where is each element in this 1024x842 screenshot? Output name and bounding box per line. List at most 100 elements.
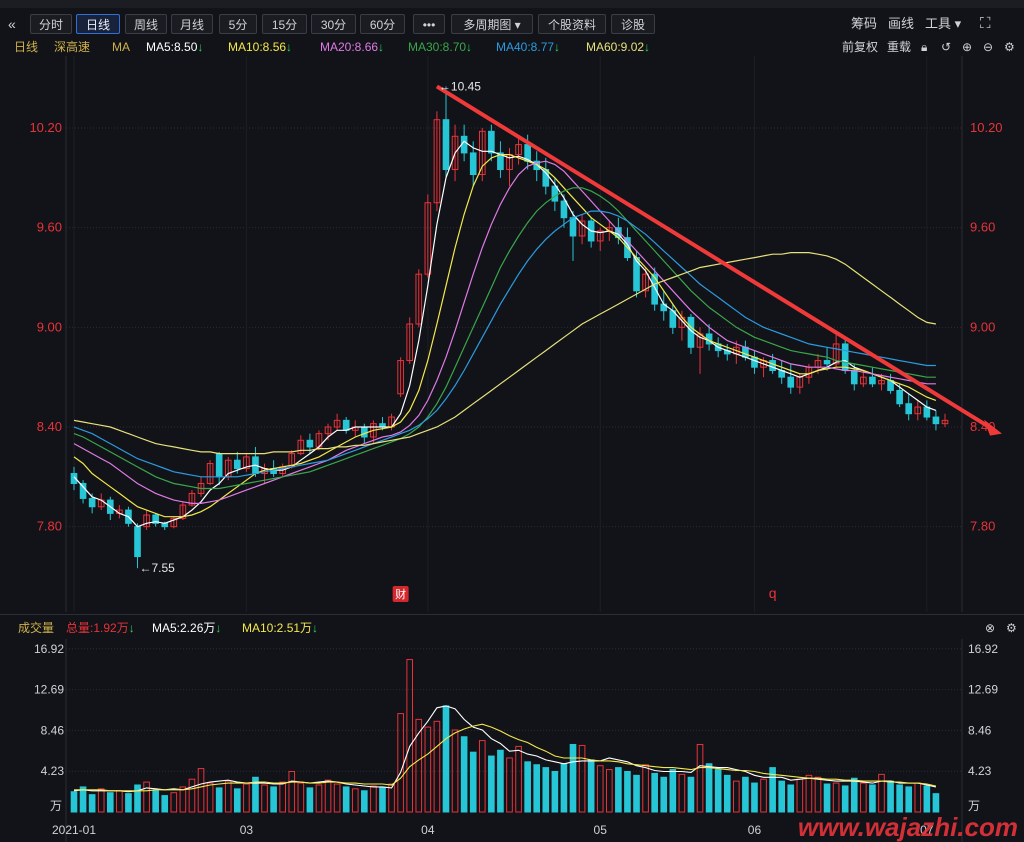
volume-tick-right: 16.92: [968, 642, 998, 656]
candle-body: [469, 152, 477, 176]
volume-bar: [161, 795, 169, 813]
volume-bar: [723, 774, 731, 813]
price-tick-left: 10.20: [29, 120, 62, 135]
candle-body: [823, 360, 831, 365]
volume-bar: [342, 786, 350, 813]
volume-bar: [478, 740, 486, 813]
candle-body: [869, 376, 876, 385]
period-button-rixian[interactable]: 日线: [76, 14, 120, 34]
volume-bar: [660, 776, 668, 813]
volume-bar: [243, 783, 250, 813]
volume-bar: [170, 792, 178, 813]
volume-bar: [832, 782, 840, 813]
period-button-yuexian[interactable]: 月线: [171, 14, 213, 34]
candle-body: [361, 426, 368, 438]
volume-bar: [742, 776, 749, 813]
volume-bar: [106, 792, 114, 813]
candle-body: [134, 526, 141, 558]
candle-body: [442, 119, 450, 171]
volume-bar: [88, 794, 96, 813]
volume-bar: [887, 780, 894, 813]
price-tick-left: 9.60: [37, 220, 62, 235]
volume-bar: [125, 793, 132, 813]
period-button-zhouxian[interactable]: 周线: [125, 14, 167, 34]
date-label: 03: [240, 823, 254, 837]
candle-body: [923, 406, 931, 418]
fuquan-button[interactable]: 前复权: [842, 38, 878, 56]
period-button-more[interactable]: •••: [413, 14, 445, 34]
volume-bar: [542, 767, 550, 813]
volume-bar: [460, 736, 468, 813]
period-button-60fen[interactable]: 60分: [360, 14, 405, 34]
period-label: 日线: [14, 40, 39, 54]
price-tick-left: 9.00: [37, 319, 62, 334]
zoom-out-icon[interactable]: ⊖: [983, 38, 993, 56]
volume-bar: [315, 784, 323, 813]
candle-body: [569, 217, 577, 237]
price-tick-right: 10.20: [970, 120, 1003, 135]
candle-body: [233, 459, 241, 470]
undo-icon[interactable]: ↺: [941, 38, 951, 56]
fullscreen-icon[interactable]: ⛶: [980, 14, 991, 34]
period-button-30fen[interactable]: 30分: [311, 14, 356, 34]
volume-ma10-line: [74, 723, 937, 792]
volume-bar: [515, 745, 522, 813]
ma-line-ma5: [73, 140, 937, 528]
volume-bar: [932, 793, 940, 813]
volume-bar: [669, 769, 677, 813]
trend-line: [435, 84, 994, 431]
volume-bar: [433, 720, 441, 813]
volume-bar: [705, 763, 713, 813]
volume-bar: [288, 770, 296, 813]
volume-bar: [860, 782, 867, 813]
kline-chart[interactable]: 10.20 10.209.60 9.609.00 9.008.40 8.407.80 7.…: [0, 56, 1024, 842]
volume-bar: [923, 785, 931, 813]
candle-body: [79, 482, 87, 499]
volume-bar: [188, 778, 196, 813]
candle-body: [651, 273, 658, 305]
reload-button[interactable]: 重载: [887, 38, 911, 56]
volume-bar: [306, 787, 314, 813]
volume-bar: [224, 780, 232, 813]
period-toolbar: « 分时 日线 周线 月线 5分 15分 30分 60分 ••• 多周期图 ▾ 个股资料 诊股 筹码 …: [0, 12, 1024, 36]
period-button-5fen[interactable]: 5分: [219, 14, 257, 34]
volume-bar: [533, 764, 541, 813]
volume-bar: [751, 782, 758, 813]
volume-bar: [324, 779, 332, 813]
tools-menu[interactable]: 工具 ▾: [925, 14, 961, 34]
price-tick-left: 8.40: [37, 419, 62, 434]
volume-bar: [361, 790, 368, 813]
zoom-in-icon[interactable]: ⊕: [962, 38, 972, 56]
volume-bar: [814, 776, 822, 813]
volume-bar: [778, 780, 786, 813]
draw-line-button[interactable]: 画线: [888, 14, 914, 34]
period-button-duozhouqi[interactable]: 多周期图 ▾: [451, 14, 533, 34]
period-button-fenshi[interactable]: 分时: [30, 14, 72, 34]
volume-bar: [524, 761, 531, 813]
volume-bar: [687, 776, 695, 813]
candle-body: [88, 497, 96, 508]
volume-bar: [97, 788, 105, 813]
price-tick-left: 7.80: [37, 519, 62, 534]
chouma-button[interactable]: 筹码: [851, 14, 877, 34]
stock-name: 深高速: [54, 40, 91, 54]
period-button-gegu[interactable]: 个股资料: [538, 14, 606, 34]
volume-bar: [551, 770, 559, 813]
volume-bar: [760, 778, 767, 813]
volume-bar: [841, 785, 849, 813]
volume-ma5-line: [73, 705, 937, 793]
settings-icon[interactable]: ⚙: [1004, 38, 1015, 56]
volume-bar: [651, 772, 658, 813]
collapse-icon[interactable]: «: [8, 14, 16, 34]
volume-bar: [787, 784, 795, 813]
volume-bar: [152, 790, 159, 813]
period-button-zhengu[interactable]: 诊股: [611, 14, 655, 34]
volume-bar: [605, 769, 613, 813]
volume-bar: [370, 785, 377, 813]
ma-line-ma30: [73, 187, 936, 490]
period-button-15fen[interactable]: 15分: [262, 14, 307, 34]
volume-bar: [79, 786, 87, 813]
candle-body: [342, 419, 350, 431]
volume-bar: [878, 773, 885, 813]
lock-icon[interactable]: 🔒︎: [921, 38, 927, 56]
